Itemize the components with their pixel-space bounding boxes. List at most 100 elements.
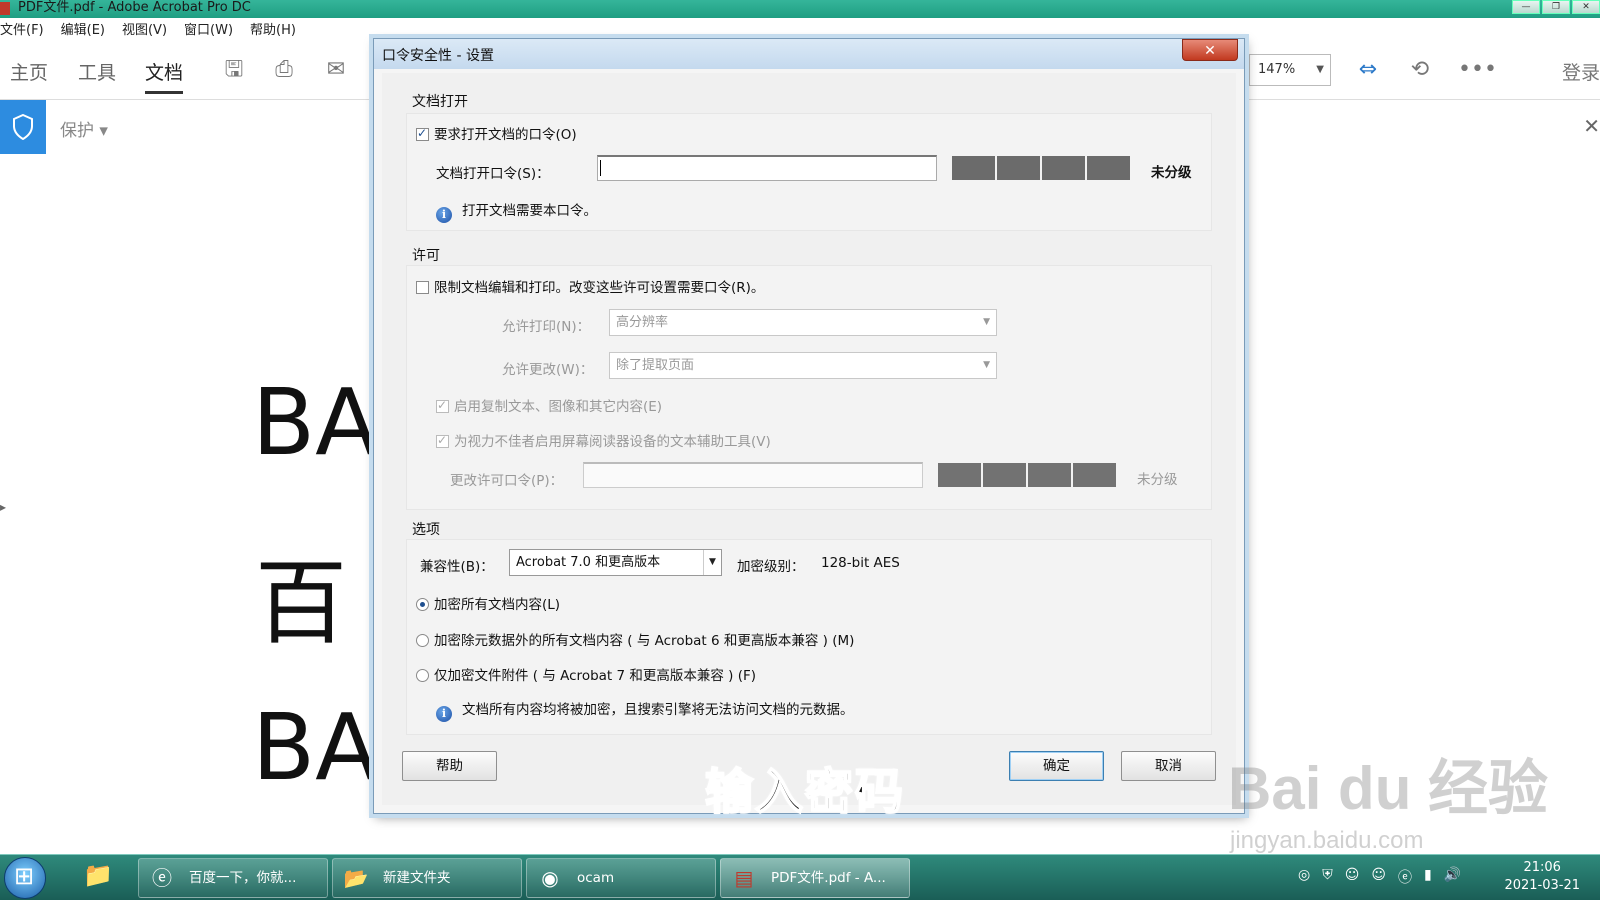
dialog-body: 文档打开 要求打开文档的口令(O) 文档打开口令(S)： 未分级 i 打开文档需要…: [382, 73, 1236, 805]
rotate-view-icon[interactable]: ⟲: [1406, 56, 1434, 84]
encryption-level-value: 128-bit AES: [821, 555, 900, 571]
qq-icon[interactable]: ☺: [1371, 867, 1386, 887]
restrict-editing-checkbox[interactable]: 限制文档编辑和打印。改变这些许可设置需要口令(R)。: [416, 276, 764, 296]
chevron-down-icon: ▼: [983, 360, 990, 370]
chevron-down-icon: ▼: [1316, 64, 1324, 75]
email-icon[interactable]: ✉: [322, 56, 350, 84]
checkbox-box[interactable]: [436, 433, 449, 448]
explorer-pinned-icon[interactable]: 📁: [80, 861, 116, 895]
permission-strength-label: 未分级: [1137, 472, 1178, 488]
protect-tool-button[interactable]: [0, 100, 46, 154]
folder-icon: 📂: [343, 866, 369, 890]
taskbar-item-acrobat[interactable]: ▤ PDF文件.pdf - A...: [720, 858, 910, 898]
password-strength-meter: [952, 156, 1132, 180]
checkbox-box[interactable]: [416, 126, 429, 141]
menu-view[interactable]: 视图(V): [122, 20, 167, 42]
allow-change-select[interactable]: 除了提取页面 ▼: [609, 352, 997, 379]
permission-strength-meter: [938, 463, 1118, 487]
checkbox-box[interactable]: [436, 398, 449, 413]
radio-label: 加密除元数据外的所有文档内容 ( 与 Acrobat 6 和更高版本兼容 ) (…: [434, 633, 855, 649]
enable-copy-checkbox[interactable]: 启用复制文本、图像和其它内容(E): [436, 395, 662, 415]
tab-document[interactable]: 文档: [145, 58, 184, 94]
print-icon[interactable]: ⎙: [270, 56, 298, 84]
record-icon[interactable]: ◎: [1298, 867, 1310, 887]
options-info-text: i 文档所有内容均将被加密，且搜索引擎将无法访问文档的元数据。: [436, 698, 854, 722]
ok-button[interactable]: 确定: [1009, 751, 1104, 781]
window-title: PDF文件.pdf - Adobe Acrobat Pro DC: [18, 0, 251, 15]
open-password-label: 文档打开口令(S)：: [436, 166, 550, 182]
open-password-input[interactable]: [597, 155, 937, 181]
permission-password-input[interactable]: [583, 462, 923, 488]
window-titlebar: PDF文件.pdf - Adobe Acrobat Pro DC — ❐ ✕: [0, 0, 1600, 18]
require-open-password-checkbox[interactable]: 要求打开文档的口令(O): [416, 123, 577, 143]
login-link[interactable]: 登录: [1562, 58, 1600, 85]
menu-help[interactable]: 帮助(H): [250, 20, 296, 42]
clock-time: 21:06: [1523, 860, 1561, 875]
browser-tray-icon[interactable]: ⓔ: [1398, 867, 1412, 887]
network-icon[interactable]: ▮: [1424, 867, 1432, 887]
watermark-brand: Bai du 经验: [1228, 755, 1549, 822]
volume-icon[interactable]: 🔊: [1444, 867, 1461, 887]
security-icon[interactable]: ⛨: [1322, 867, 1333, 887]
clock-date: 2021-03-21: [1504, 878, 1580, 893]
shield-icon: [13, 114, 33, 140]
encrypt-all-radio[interactable]: 加密所有文档内容(L): [416, 593, 560, 613]
protect-dropdown[interactable]: 保护 ▾: [60, 116, 108, 141]
maximize-button[interactable]: ❐: [1542, 0, 1570, 14]
doc-text-line: BA: [252, 694, 379, 801]
checkbox-label: 要求打开文档的口令(O): [434, 127, 577, 143]
dialog-close-button[interactable]: ✕: [1182, 39, 1238, 61]
section-permissions: 许可: [412, 248, 440, 264]
taskbar-item-ocam[interactable]: ◉ ocam: [526, 858, 716, 898]
radio-label: 仅加密文件附件 ( 与 Acrobat 7 和更高版本兼容 ) (F): [434, 668, 757, 684]
radio-circle[interactable]: [416, 634, 429, 647]
taskbar-item-folder[interactable]: 📂 新建文件夹: [332, 858, 522, 898]
info-text: 文档所有内容均将被加密，且搜索引擎将无法访问文档的元数据。: [462, 702, 854, 718]
info-icon: i: [436, 706, 452, 722]
select-value: Acrobat 7.0 和更高版本: [516, 555, 661, 570]
enable-screen-reader-checkbox[interactable]: 为视力不佳者启用屏幕阅读器设备的文本辅助工具(V): [436, 430, 771, 450]
system-clock[interactable]: 21:06 2021-03-21: [1504, 859, 1580, 895]
qq-icon[interactable]: ☺: [1345, 867, 1360, 887]
menu-edit[interactable]: 编辑(E): [61, 20, 105, 42]
checkbox-box[interactable]: [416, 281, 429, 294]
open-info-text: i 打开文档需要本口令。: [436, 199, 597, 223]
zoom-select[interactable]: 147% ▼: [1249, 54, 1331, 86]
tab-tools[interactable]: 工具: [78, 58, 116, 85]
tab-home[interactable]: 主页: [10, 58, 48, 85]
encrypt-except-metadata-radio[interactable]: 加密除元数据外的所有文档内容 ( 与 Acrobat 6 和更高版本兼容 ) (…: [416, 629, 854, 649]
menu-window[interactable]: 窗口(W): [184, 20, 233, 42]
taskbar-item-label: PDF文件.pdf - A...: [771, 870, 886, 886]
doc-text-line: 百: [255, 550, 348, 657]
save-icon[interactable]: 🖫: [220, 56, 248, 84]
checkbox-label: 为视力不佳者启用屏幕阅读器设备的文本辅助工具(V): [454, 434, 771, 450]
video-caption: 输入密码: [704, 763, 906, 821]
minimize-button[interactable]: —: [1512, 0, 1540, 14]
cancel-button[interactable]: 取消: [1121, 751, 1216, 781]
dialog-title: 口令安全性 - 设置: [382, 48, 494, 64]
help-button[interactable]: 帮助: [402, 751, 497, 781]
menu-file[interactable]: 文件(F): [0, 20, 44, 42]
system-tray: ◎ ⛨ ☺ ☺ ⓔ ▮ 🔊: [1298, 867, 1473, 887]
select-value: 高分辨率: [616, 315, 669, 330]
start-button[interactable]: [4, 857, 46, 899]
compatibility-select[interactable]: Acrobat 7.0 和更高版本 ▼: [509, 549, 722, 576]
fit-page-icon[interactable]: ⇔: [1354, 56, 1382, 84]
radio-circle[interactable]: [416, 598, 429, 611]
more-options-icon[interactable]: •••: [1458, 56, 1497, 84]
allow-print-label: 允许打印(N)：: [502, 319, 591, 335]
allow-change-label: 允许更改(W)：: [502, 362, 594, 378]
taskbar-item-browser[interactable]: ⓔ 百度一下，你就...: [138, 858, 328, 898]
select-value: 除了提取页面: [616, 358, 695, 373]
allow-print-select[interactable]: 高分辨率 ▼: [609, 309, 997, 336]
pdf-icon: ▤: [734, 866, 754, 890]
expand-panel-icon[interactable]: ▸: [0, 500, 6, 514]
chevron-down-icon: ▼: [703, 550, 721, 575]
close-icon[interactable]: ✕: [1583, 114, 1600, 138]
taskbar-item-label: 百度一下，你就...: [189, 870, 297, 886]
encrypt-attachments-radio[interactable]: 仅加密文件附件 ( 与 Acrobat 7 和更高版本兼容 ) (F): [416, 664, 756, 684]
section-document-open: 文档打开: [412, 94, 468, 110]
watermark-url: jingyan.baidu.com: [1230, 827, 1424, 854]
radio-circle[interactable]: [416, 669, 429, 682]
close-window-button[interactable]: ✕: [1572, 0, 1600, 14]
